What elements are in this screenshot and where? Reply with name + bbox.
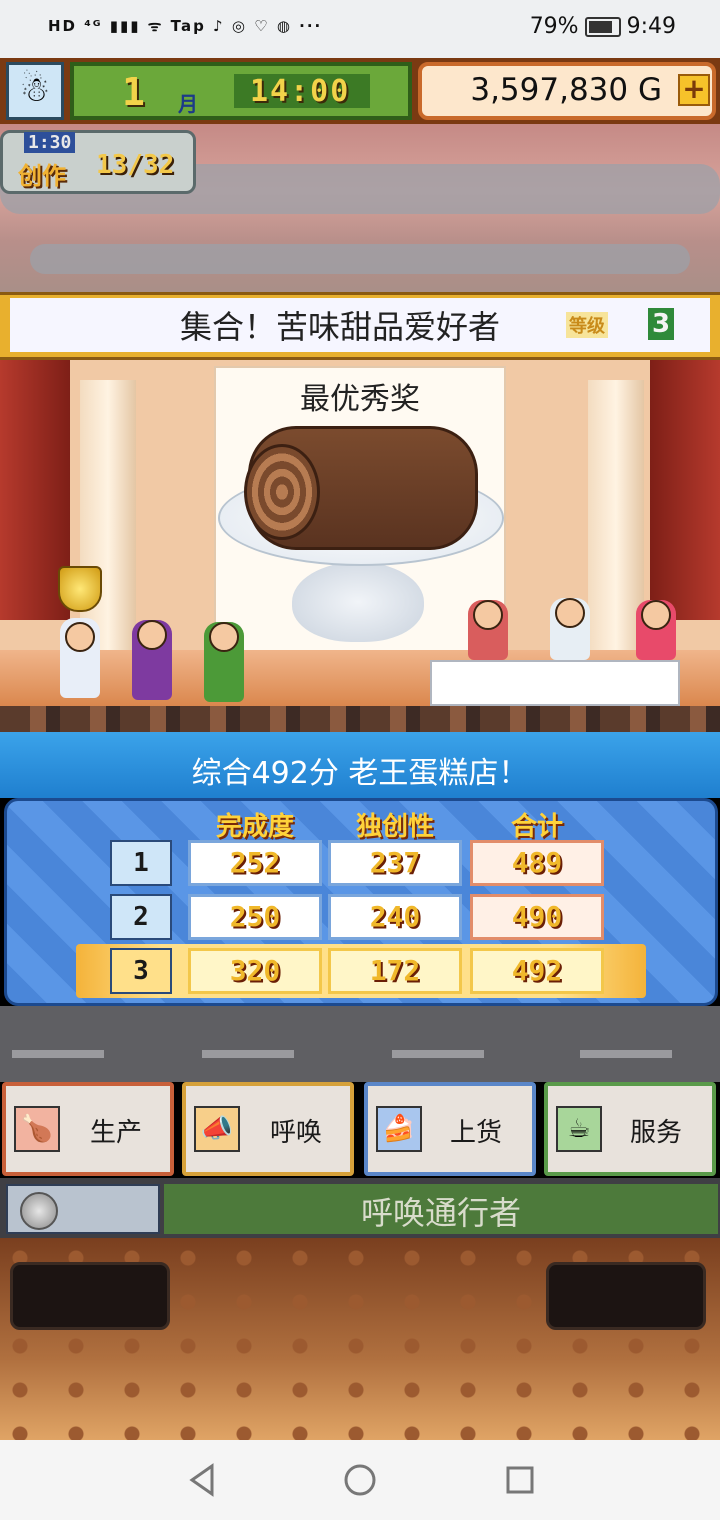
row-rank: 1 (110, 840, 172, 886)
service-label: 服务 (630, 1118, 683, 1148)
home-icon[interactable] (342, 1462, 378, 1498)
originality-score: 172 (328, 948, 462, 994)
lane-marking (202, 1050, 294, 1058)
road (0, 1006, 720, 1082)
rank-value: 3 (648, 308, 674, 340)
completion-score: 252 (188, 840, 322, 886)
produce-label: 生产 (90, 1118, 143, 1148)
lane-marking (580, 1050, 672, 1058)
add-money-button[interactable]: + (678, 74, 710, 106)
coin-icon (20, 1192, 58, 1230)
display-shelf (10, 1262, 170, 1330)
summon-passerby-label: 呼唤通行者 (360, 1194, 521, 1232)
column-completion: 完成度 (215, 812, 294, 842)
originality-score: 240 (328, 894, 462, 940)
status-icons: HD ⁴ᴳ ▮▮▮ ᯤ Tap ♪ ◎ ♡ ◍ ··· (48, 17, 323, 35)
chicken-icon: 🍗 (14, 1106, 60, 1152)
game-time: 14:00 (250, 74, 351, 109)
completion-score: 320 (188, 948, 322, 994)
row-rank: 3 (110, 948, 172, 994)
cloud (30, 244, 690, 274)
staff-head (209, 622, 239, 652)
money-amount: 3,597,830 G (470, 72, 662, 108)
call-label: 呼唤 (270, 1118, 323, 1148)
audience-crowd (0, 706, 720, 734)
clock: 9:49 (626, 14, 676, 39)
cake-stand (292, 562, 424, 642)
total-score: 489 (470, 840, 604, 886)
display-shelf (546, 1262, 706, 1330)
battery-icon (584, 17, 621, 37)
lane-marking (12, 1050, 104, 1058)
month-number: 1 (122, 70, 145, 114)
staff-head (137, 620, 167, 650)
back-icon[interactable] (184, 1462, 220, 1498)
award-title: 最优秀奖 (300, 382, 420, 417)
contest-title: 集合！苦味甜品爱好者 (180, 308, 501, 346)
lane-marking (392, 1050, 484, 1058)
status-bar: HD ⁴ᴳ ▮▮▮ ᯤ Tap ♪ ◎ ♡ ◍ ··· 79% 9:49 (0, 0, 720, 58)
cake-slice-icon: 🍰 (376, 1106, 422, 1152)
megaphone-icon: 📣 (194, 1106, 240, 1152)
month-unit: 月 (178, 92, 198, 116)
challenge-progress: 13/32 (96, 150, 175, 180)
originality-score: 237 (328, 840, 462, 886)
challenge-timer: 1:30 (24, 132, 76, 153)
result-summary: 综合492分 老王蛋糕店！ (191, 756, 529, 791)
judge-head (555, 598, 585, 628)
row-rank: 2 (110, 894, 172, 940)
right-curtain (650, 360, 720, 620)
total-score: 492 (470, 948, 604, 994)
stock-label: 上货 (450, 1118, 503, 1148)
judge-head (473, 600, 503, 630)
player-avatar[interactable]: ☃ (6, 62, 64, 120)
summon-coin-button[interactable] (6, 1184, 160, 1234)
rank-label: 等级 (566, 312, 608, 338)
chef-head (65, 622, 95, 652)
challenge-label: 创作 (18, 162, 66, 190)
judge-head (641, 600, 671, 630)
roll-cake-swirl (244, 444, 320, 540)
column-total: 合计 (510, 812, 563, 842)
column-originality: 独创性 (355, 812, 434, 842)
judge-table (430, 660, 680, 706)
completion-score: 250 (188, 894, 322, 940)
total-score: 490 (470, 894, 604, 940)
trophy-icon (58, 566, 102, 612)
battery-percent: 79% (529, 14, 579, 39)
recents-icon[interactable] (502, 1462, 538, 1498)
coffee-cup-icon: ☕ (556, 1106, 602, 1152)
status-right: 79% 9:49 (530, 14, 676, 39)
